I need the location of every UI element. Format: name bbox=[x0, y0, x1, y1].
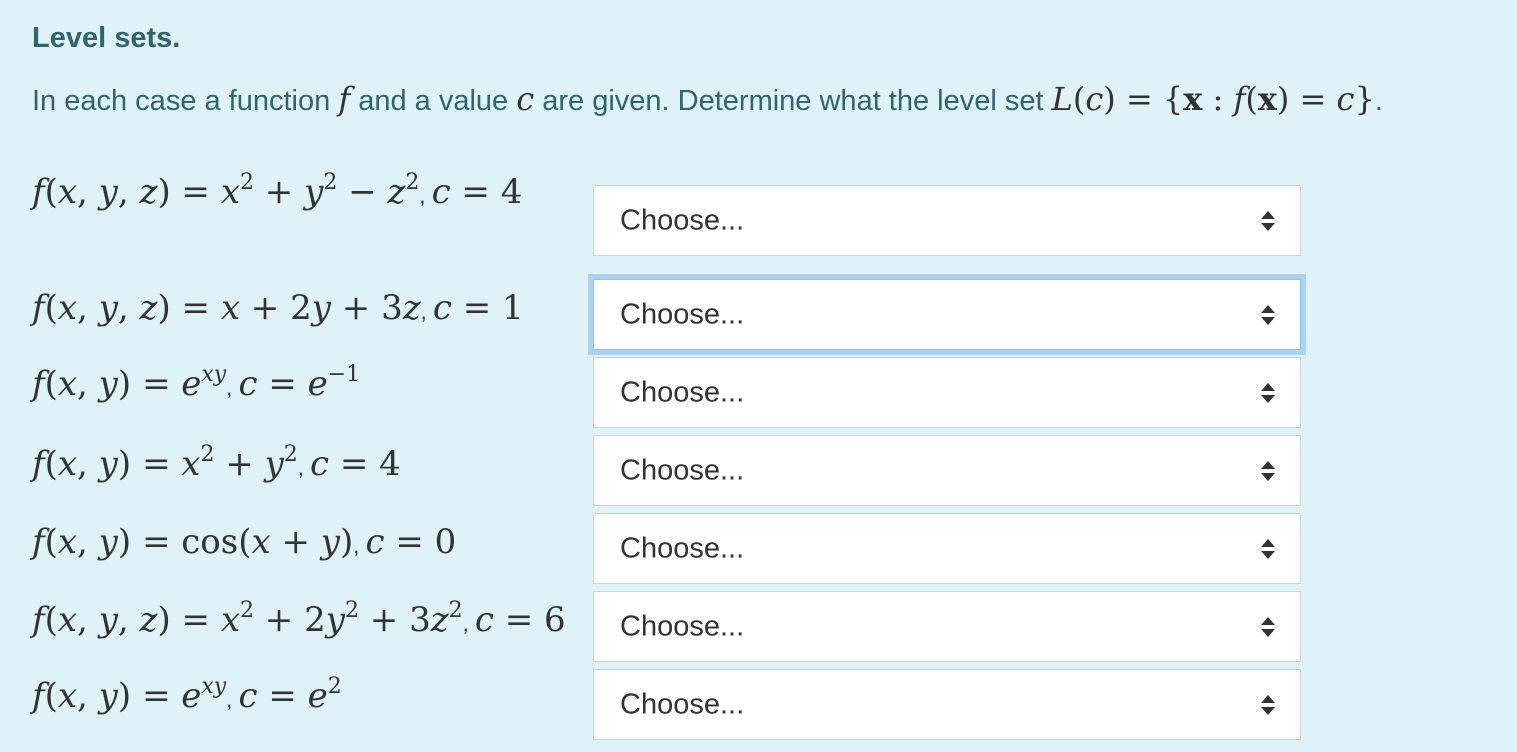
question-heading: Level sets. bbox=[32, 22, 181, 54]
select-value-5: Choose... bbox=[620, 532, 745, 564]
select-arrows-icon bbox=[1260, 616, 1276, 638]
instructions-part3: are given. Determine what the level set bbox=[542, 85, 1044, 117]
answer-select-3[interactable]: Choose... bbox=[593, 357, 1301, 428]
formula-4: f(x, y) = x2 + y2, c = 4 bbox=[32, 442, 401, 485]
instructions-part1: In each case a function bbox=[32, 85, 331, 117]
quiz-page: Level sets. In each case a function f an… bbox=[0, 0, 1517, 752]
formula-7: f(x, y) = exy, c = e2 bbox=[32, 674, 342, 717]
formula-6: f(x, y, z) = x2 + 2y2 + 3z2, c = 6 bbox=[32, 598, 566, 641]
select-value-4: Choose... bbox=[620, 454, 745, 486]
select-arrows-icon bbox=[1260, 694, 1276, 716]
instructions-end: . bbox=[1374, 85, 1383, 117]
select-value-3: Choose... bbox=[620, 376, 745, 408]
select-arrows-icon bbox=[1260, 382, 1276, 404]
select-arrows-icon bbox=[1260, 210, 1276, 232]
select-arrows-icon bbox=[1260, 304, 1276, 326]
answer-select-6[interactable]: Choose... bbox=[593, 591, 1301, 662]
math-level-set-definition: L(c) = {x : f(x) = c} bbox=[1051, 80, 1375, 118]
answer-select-7[interactable]: Choose... bbox=[593, 669, 1301, 740]
select-value-1: Choose... bbox=[620, 204, 745, 236]
formula-2: f(x, y, z) = x + 2y + 3z, c = 1 bbox=[32, 288, 524, 328]
answer-select-1[interactable]: Choose... bbox=[593, 185, 1301, 256]
select-arrows-icon bbox=[1260, 460, 1276, 482]
question-instructions: In each case a function f and a value c … bbox=[32, 80, 1383, 118]
select-arrows-icon bbox=[1260, 538, 1276, 560]
answer-select-5[interactable]: Choose... bbox=[593, 513, 1301, 584]
formula-1: f(x, y, z) = x2 + y2 − z2, c = 4 bbox=[32, 170, 523, 213]
math-f: f bbox=[338, 80, 351, 118]
instructions-part2: and a value bbox=[358, 85, 509, 117]
math-c: c bbox=[516, 80, 535, 118]
select-value-2: Choose... bbox=[620, 298, 745, 330]
formula-3: f(x, y) = exy, c = e−1 bbox=[32, 362, 361, 405]
select-value-6: Choose... bbox=[620, 610, 745, 642]
answer-select-2[interactable]: Choose... bbox=[593, 279, 1301, 350]
select-value-7: Choose... bbox=[620, 688, 745, 720]
answer-select-4[interactable]: Choose... bbox=[593, 435, 1301, 506]
formula-5: f(x, y) = cos(x + y), c = 0 bbox=[32, 522, 457, 562]
